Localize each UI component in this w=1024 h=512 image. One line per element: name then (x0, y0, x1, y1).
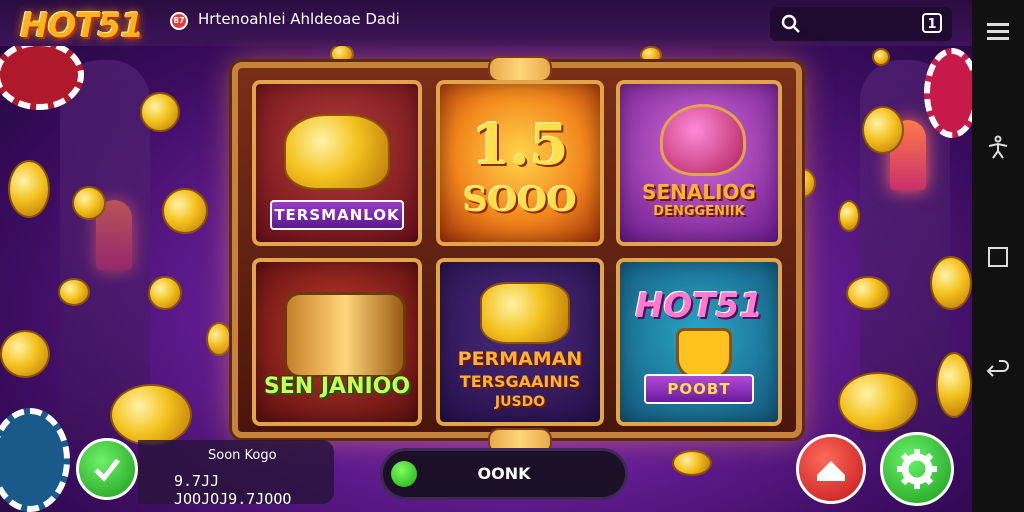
site-favicon-icon: 87 (170, 12, 188, 30)
home-button[interactable] (796, 434, 866, 504)
gold-coin (872, 48, 890, 66)
status-pill[interactable]: OONK (380, 448, 628, 500)
tabs-icon[interactable]: 1 (922, 13, 942, 33)
browser-toolbar: 1 (770, 7, 952, 41)
check-icon (90, 455, 124, 495)
gold-coin (0, 330, 50, 378)
tile-subtitle: DENGGENIIK (653, 204, 745, 219)
page-title: Hrtenoahlei Ahldeoae Dadi (198, 10, 400, 28)
tile-label: TERSMANLOK (270, 200, 404, 230)
tile-label: SEN JANIOO (263, 374, 411, 399)
game-tile-1[interactable]: TERSMANLOK (252, 80, 422, 246)
game-tile-3[interactable]: SENALIOG DENGGENIIK (616, 80, 782, 246)
gold-coin (862, 106, 904, 154)
search-icon[interactable] (780, 13, 802, 39)
tile-title: PERMAMAN (457, 348, 583, 370)
gold-coin (72, 186, 106, 220)
board-ornament (488, 56, 552, 82)
gold-coin (110, 384, 192, 446)
home-icon (799, 461, 863, 505)
tile-subtitle: TERSGAAINIS (459, 372, 581, 391)
gold-coin (838, 372, 918, 432)
shield-icon (676, 328, 732, 380)
gold-coin (148, 276, 182, 310)
potion-bowl-icon (660, 104, 746, 176)
gold-coin (162, 188, 208, 234)
gold-coin (930, 256, 972, 310)
tile-multiplier: 1.5 (471, 112, 569, 178)
game-tile-2[interactable]: 1.5 SOOO (436, 80, 604, 246)
gold-coin (8, 160, 50, 218)
treasure-pot-icon (480, 282, 570, 344)
gold-coin (936, 352, 972, 418)
tile-caption: JUSDO (494, 394, 546, 410)
treasure-barrel-icon (284, 292, 406, 378)
gold-coin (846, 276, 890, 310)
back-icon[interactable] (985, 358, 1011, 384)
balance-title: Soon Kogo (208, 448, 277, 463)
system-navigation-bar (972, 0, 1024, 512)
settings-button[interactable] (880, 432, 954, 506)
top-bar: HOT51 87 Hrtenoahlei Ahldeoae Dadi 1 (0, 0, 972, 46)
gold-coin (672, 450, 712, 476)
menu-icon[interactable] (985, 18, 1011, 44)
gold-coin (140, 92, 180, 132)
balance-panel: Soon Kogo 9.7JJ JOOJOJ9.7JOOO (138, 440, 334, 508)
status-text: OONK (477, 464, 531, 483)
tile-logo: HOT51 (635, 286, 763, 326)
accessibility-icon[interactable] (985, 134, 1011, 160)
gold-coin (838, 200, 860, 232)
tile-amount: SOOO (463, 180, 577, 220)
app-logo: HOT51 (20, 6, 144, 46)
gold-coin (206, 322, 232, 356)
game-tile-5[interactable]: PERMAMAN TERSGAAINIS JUSDO (436, 258, 604, 426)
tile-label: POOBT (644, 374, 754, 404)
gold-coin (58, 278, 90, 306)
confirm-button[interactable] (76, 438, 138, 500)
gold-coin (330, 44, 354, 64)
balance-value: 9.7JJ JOOJOJ9.7JOOO (174, 472, 292, 508)
treasure-pot-icon (284, 114, 390, 190)
game-tile-6[interactable]: HOT51 POOBT (616, 258, 782, 426)
overview-icon[interactable] (985, 244, 1011, 270)
tile-title: SENALIOG (642, 180, 756, 204)
gear-icon (883, 449, 951, 507)
game-tile-4[interactable]: SEN JANIOO (252, 258, 422, 426)
